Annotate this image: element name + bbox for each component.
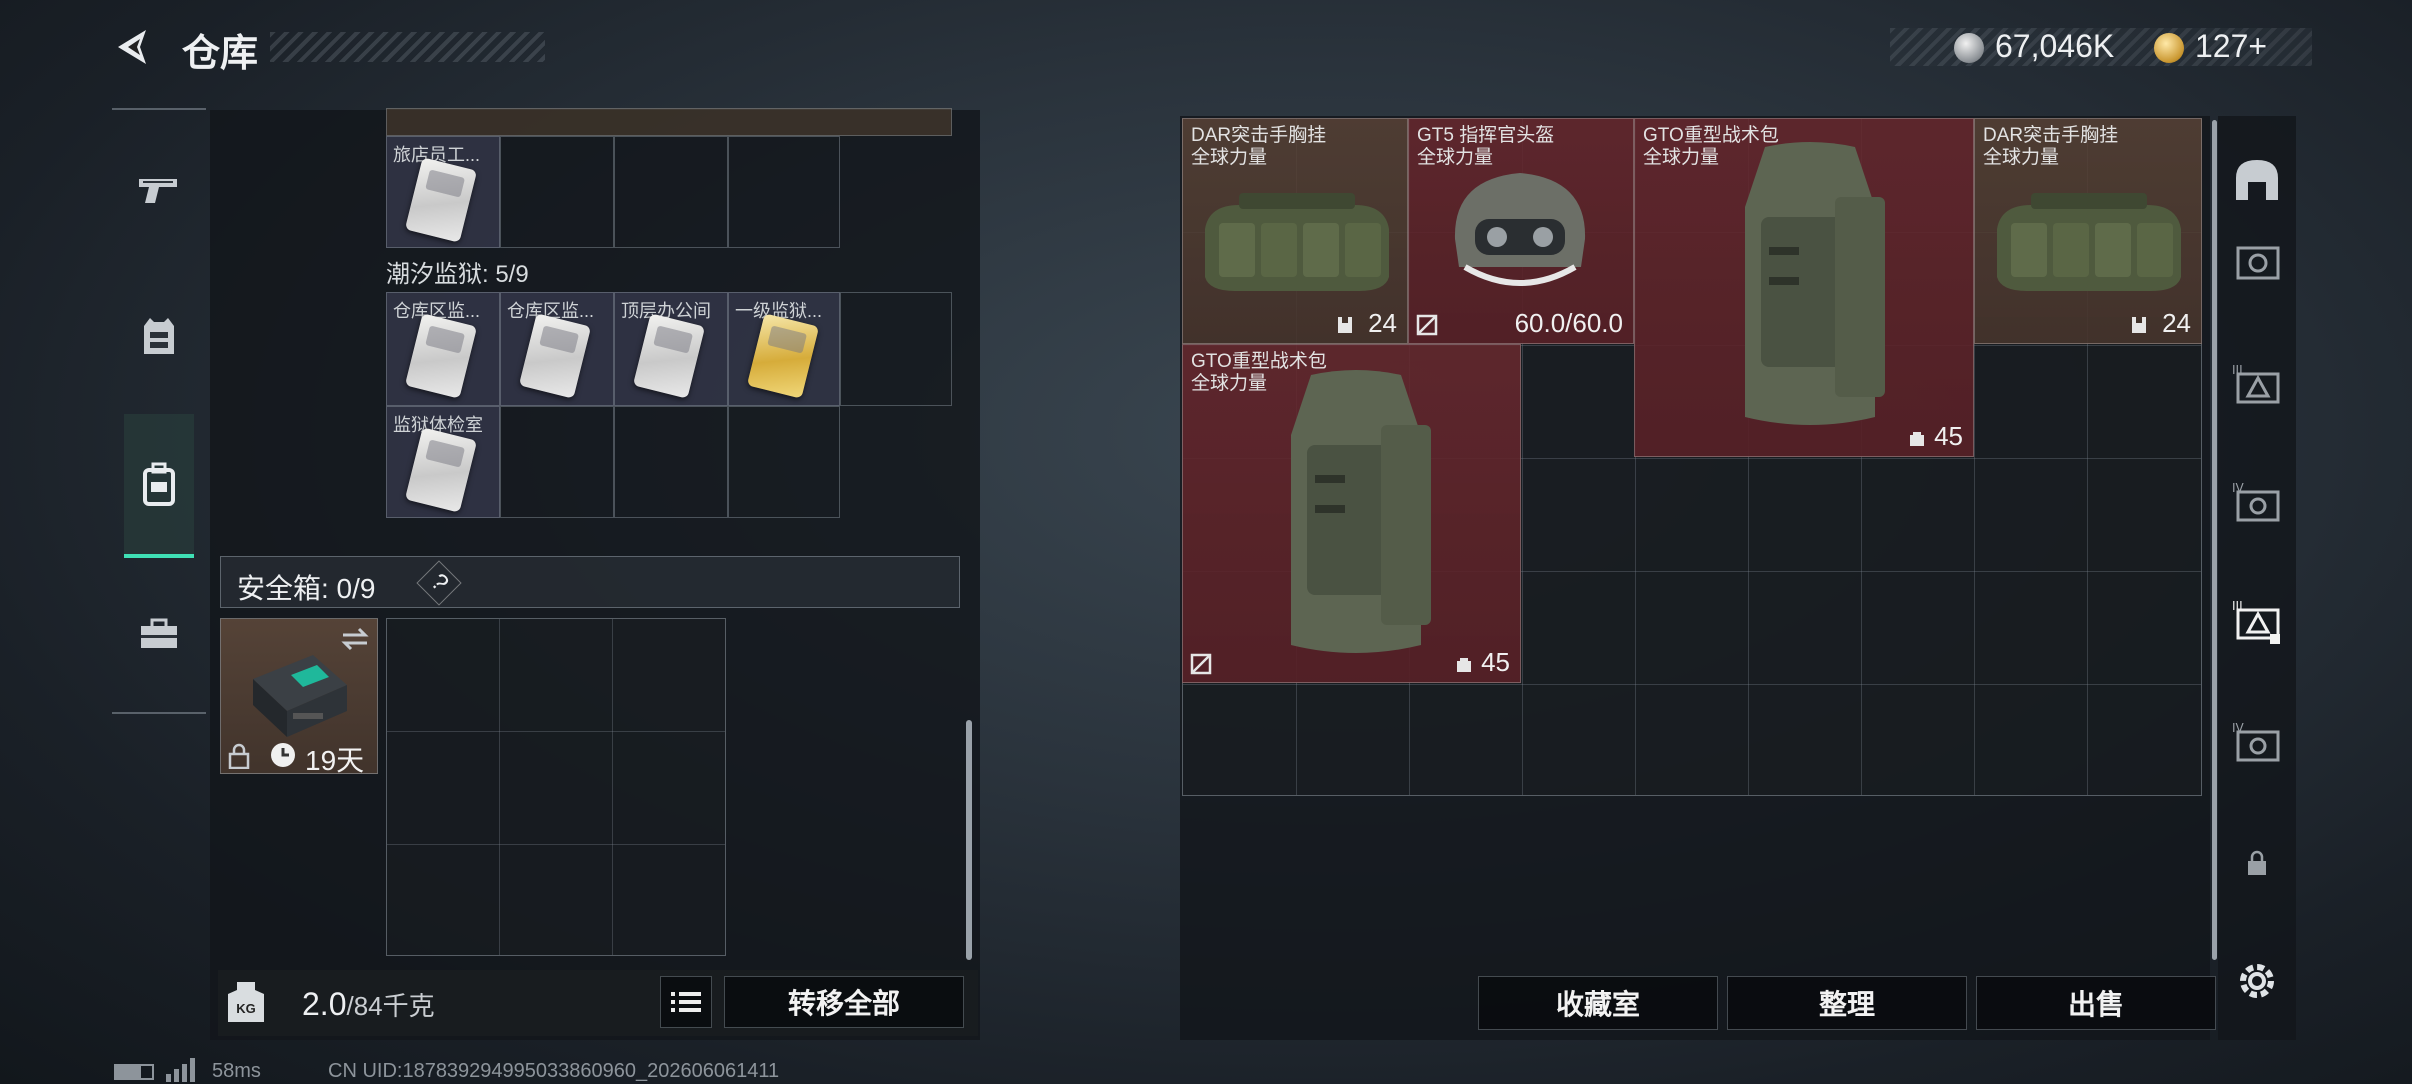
- safebox-timer: 19天: [305, 745, 365, 776]
- chest-rig-icon: [1997, 193, 2181, 291]
- home-icon: [2236, 160, 2278, 200]
- empty-cell[interactable]: [500, 406, 614, 518]
- weight-value: 2.0: [302, 986, 347, 1022]
- durability-icon: [2132, 317, 2146, 333]
- transfer-all-button[interactable]: 转移全部: [724, 976, 964, 1028]
- container-icon: IV: [2232, 721, 2280, 762]
- safebox-header: 安全箱: 0/9 ?: [220, 556, 960, 608]
- swap-icon[interactable]: [339, 625, 371, 653]
- tab-container-1[interactable]: [2222, 222, 2292, 298]
- clock-icon: [271, 743, 295, 767]
- tab-container-3[interactable]: IV: [2222, 464, 2292, 540]
- backpack-item-icon: [1745, 142, 1885, 425]
- inventory-item[interactable]: GTO重型战术包 全球力量 45: [1634, 118, 1974, 457]
- toolbox-icon: [141, 618, 177, 648]
- safebox-label: 安全箱: 0/9: [237, 573, 376, 604]
- key-slot[interactable]: 监狱体检室: [386, 406, 500, 518]
- uid-text: CN UID:187839294995033860960_20260606141…: [328, 1060, 780, 1082]
- key-slot[interactable]: 顶层办公间: [614, 292, 728, 406]
- container-icon: III: [2232, 363, 2280, 404]
- keycard-icon: [632, 313, 706, 399]
- right-scrollbar[interactable]: [2212, 120, 2217, 960]
- key-slot-hotel-staff[interactable]: 旅店员工...: [386, 136, 500, 248]
- empty-cell[interactable]: [840, 292, 952, 406]
- capacity-icon: [1457, 658, 1471, 672]
- sell-button[interactable]: 出售: [1976, 976, 2216, 1030]
- weight-readout: 2.0/84千克: [302, 986, 435, 1023]
- safebox-slot[interactable]: 19天: [220, 618, 378, 776]
- weight-max: /84千克: [346, 991, 435, 1021]
- container-icon: IV: [2232, 481, 2280, 522]
- durability-icon: [1338, 317, 1352, 333]
- key-slot[interactable]: 仓库区监...: [386, 292, 500, 406]
- battery-icon: [114, 1064, 154, 1080]
- collection-room-button[interactable]: 收藏室: [1478, 976, 1718, 1030]
- settings-button[interactable]: [2222, 946, 2292, 1016]
- tab-container-4-selected[interactable]: III: [2222, 584, 2292, 660]
- keycard-icon: [404, 157, 478, 243]
- back-button[interactable]: [110, 24, 156, 70]
- tab-tools[interactable]: [124, 594, 194, 674]
- key-slot[interactable]: 一级监狱...: [728, 292, 840, 406]
- tab-weapons[interactable]: [124, 150, 194, 230]
- safebox-case-icon: [253, 655, 347, 737]
- empty-cell[interactable]: [614, 406, 728, 518]
- empty-cell[interactable]: [728, 406, 840, 518]
- tab-container-2[interactable]: III: [2222, 346, 2292, 422]
- gold-coin-icon: [2154, 33, 2184, 63]
- chest-rig-icon: [1205, 193, 1389, 291]
- backpack-item-icon: [1291, 370, 1431, 653]
- no-repair-icon: [1190, 653, 1212, 675]
- safebox-grid[interactable]: [386, 618, 726, 956]
- inventory-item[interactable]: GT5 指挥官头盔 全球力量 60.0/60.0: [1408, 118, 1634, 344]
- tab-backpack[interactable]: [124, 414, 194, 558]
- keycard-icon: [404, 313, 478, 399]
- tab-armor[interactable]: [124, 296, 194, 376]
- list-view-button[interactable]: [660, 976, 712, 1028]
- no-repair-icon: [1416, 314, 1438, 336]
- back-arrow-icon: [118, 30, 146, 64]
- tab-container-5[interactable]: IV: [2222, 704, 2292, 780]
- silver-coin-icon: [1954, 33, 1984, 63]
- inventory-item[interactable]: DAR突击手胸挂 全球力量 24: [1182, 118, 1408, 344]
- empty-cell[interactable]: [500, 136, 614, 248]
- left-scrollbar[interactable]: [966, 720, 972, 960]
- helmet-icon: [1454, 173, 1586, 286]
- organize-button[interactable]: 整理: [1727, 976, 1967, 1030]
- inventory-item[interactable]: DAR突击手胸挂 全球力量 24: [1974, 118, 2202, 344]
- signal-icon: [166, 1058, 195, 1082]
- tab-home[interactable]: [2222, 144, 2292, 214]
- help-icon[interactable]: ?: [416, 560, 462, 606]
- vest-icon: [144, 318, 174, 354]
- settings-gear-icon: [2240, 964, 2274, 998]
- inventory-item[interactable]: GTO重型战术包 全球力量 45: [1182, 344, 1521, 683]
- empty-cell[interactable]: [728, 136, 840, 248]
- backpack-icon: [143, 462, 175, 506]
- keycard-icon: [518, 313, 592, 399]
- ping-text: 58ms: [212, 1060, 261, 1082]
- key-row-partial: [386, 108, 952, 136]
- lock-icon: [2248, 850, 2266, 875]
- currency2-value[interactable]: 127+: [2195, 28, 2267, 65]
- pistol-icon: [139, 179, 177, 203]
- keycard-icon: [404, 427, 478, 513]
- tab-locked[interactable]: [2222, 830, 2292, 896]
- prison-section-label: 潮汐监狱: 5/9: [386, 261, 529, 288]
- container-icon: [2236, 246, 2280, 280]
- title-decoration: [270, 32, 545, 62]
- page-title: 仓库: [182, 33, 259, 75]
- container-selected-icon: III: [2232, 599, 2280, 644]
- empty-cell[interactable]: [614, 136, 728, 248]
- currency1-value: 67,046K: [1995, 28, 2115, 64]
- gold-keycard-icon: [746, 313, 820, 399]
- list-icon: [671, 992, 701, 1012]
- key-slot[interactable]: 仓库区监...: [500, 292, 614, 406]
- capacity-icon: [1910, 432, 1924, 446]
- lock-icon: [228, 743, 250, 769]
